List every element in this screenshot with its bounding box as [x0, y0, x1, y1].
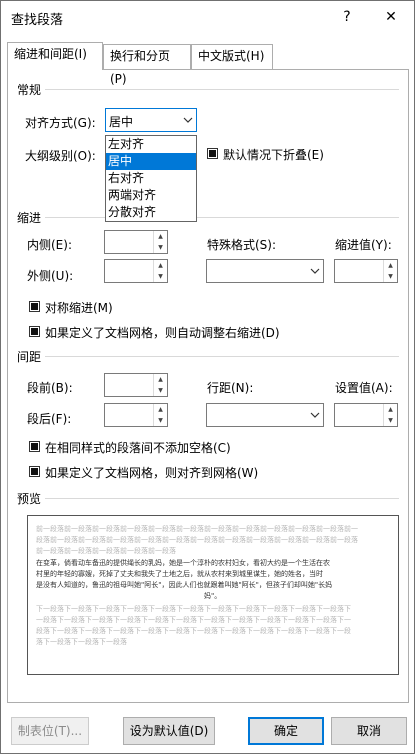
general-divider	[21, 89, 399, 90]
preview-line: 在变革，倘看动车备迅的提供绳长的乳妈，她是一个淳朴的农村妇女，看初大约是一个生活…	[36, 559, 330, 567]
spin-up-icon[interactable]: ▲	[154, 231, 167, 242]
line-spacing-select[interactable]	[206, 403, 324, 427]
indent-value-label: 缩进值(Y):	[335, 238, 392, 252]
preview-box: 前一段落前一段落前一段落前一段落前一段落前一段落前一段落前一段落前一段落前一段落…	[27, 515, 399, 675]
spin-down-icon[interactable]: ▼	[384, 271, 397, 282]
preview-line: 前一段落前一段落前一段落前一段落前一段落前一段落前一段落前一段落前一段落前一段落…	[36, 525, 358, 533]
spin-down-icon[interactable]: ▼	[154, 415, 167, 426]
space-after-spinner[interactable]: ▲ ▼	[104, 403, 168, 427]
chevron-down-icon[interactable]	[180, 109, 196, 131]
auto-adjust-right-indent-checkbox[interactable]	[29, 326, 40, 337]
alignment-dropdown-list: 左对齐 居中 右对齐 两端对齐 分散对齐	[105, 135, 197, 222]
space-before-spinner[interactable]: ▲ ▼	[104, 373, 168, 397]
collapse-by-default-label: 默认情况下折叠(E)	[223, 148, 324, 162]
chevron-down-icon[interactable]	[307, 260, 323, 282]
spin-up-icon[interactable]: ▲	[154, 374, 167, 385]
cancel-button[interactable]: 取消	[331, 717, 407, 745]
spin-up-icon[interactable]: ▲	[154, 260, 167, 271]
tab-stops-button[interactable]: 制表位(T)...	[11, 717, 89, 745]
dialog-title: 查找段落	[11, 13, 64, 28]
preview-line: 一段落下一段落下一段落下一段落下一段落下一段落下一段落下一段落下一段落下一段落下…	[36, 616, 351, 624]
tab-asian-typography[interactable]: 中文版式(H)	[191, 44, 273, 69]
outside-indent-spinner[interactable]: ▲ ▼	[104, 259, 168, 283]
align-option-left[interactable]: 左对齐	[106, 136, 196, 153]
align-option-center[interactable]: 居中	[106, 153, 196, 170]
align-option-justify[interactable]: 两端对齐	[106, 187, 196, 204]
space-after-label: 段后(F):	[27, 412, 72, 426]
spinner-buttons[interactable]: ▲ ▼	[153, 404, 167, 426]
chevron-down-icon[interactable]	[307, 404, 323, 426]
space-before-label: 段前(B):	[27, 381, 73, 395]
auto-adjust-right-indent-label: 如果定义了文档网格，则自动调整右缩进(D)	[45, 326, 280, 340]
alignment-select[interactable]: 居中	[105, 108, 197, 132]
tab-line-page-breaks[interactable]: 换行和分页(P)	[103, 44, 191, 86]
ok-button[interactable]: 确定	[248, 717, 324, 745]
spinner-buttons[interactable]: ▲ ▼	[153, 231, 167, 253]
find-paragraph-dialog: 查找段落 ? ✕ 缩进和间距(I) 换行和分页(P) 中文版式(H) 常规 对齐…	[0, 0, 415, 754]
spin-down-icon[interactable]: ▼	[154, 242, 167, 253]
spinner-buttons[interactable]: ▲ ▼	[153, 260, 167, 282]
preview-line: 落下一段落下一段落下一段落	[36, 638, 127, 646]
special-format-select[interactable]	[206, 259, 324, 283]
spacing-heading: 间距	[17, 348, 46, 365]
mirror-indents-label: 对称缩进(M)	[45, 301, 113, 315]
spin-down-icon[interactable]: ▼	[384, 415, 397, 426]
indent-value-spinner[interactable]: ▲ ▼	[334, 259, 398, 283]
preview-line: 段落前一段落前一段落前一段落前一段落前一段落前一段落前一段落前一段落前一段落前一…	[36, 536, 358, 544]
set-value-label: 设置值(A):	[335, 381, 393, 395]
preview-line: 前一段落前一段落前一段落前一段落前一段落	[36, 547, 176, 555]
no-space-same-style-label: 在相同样式的段落间不添加空格(C)	[45, 441, 231, 455]
snap-to-grid-label: 如果定义了文档网格，则对齐到网格(W)	[45, 466, 259, 480]
inside-indent-label: 内侧(E):	[27, 238, 72, 252]
general-heading: 常规	[17, 81, 46, 98]
spin-up-icon[interactable]: ▲	[154, 404, 167, 415]
preview-line: 下一段落下一段落下一段落下一段落下一段落下一段落下一段落下一段落下一段落下一段落…	[36, 605, 351, 613]
alignment-label: 对齐方式(G):	[25, 116, 96, 130]
set-as-default-button[interactable]: 设为默认值(D)	[123, 717, 215, 745]
preview-heading: 预览	[17, 490, 46, 507]
close-button[interactable]: ✕	[381, 6, 401, 28]
preview-divider	[21, 498, 399, 499]
align-option-distributed[interactable]: 分散对齐	[106, 204, 196, 221]
special-format-label: 特殊格式(S):	[207, 238, 277, 252]
indent-divider	[21, 217, 399, 218]
spin-up-icon[interactable]: ▲	[384, 404, 397, 415]
alignment-value: 居中	[109, 115, 134, 129]
spinner-buttons[interactable]: ▲ ▼	[383, 260, 397, 282]
no-space-same-style-checkbox[interactable]	[29, 441, 40, 452]
spacing-divider	[21, 356, 399, 357]
preview-line: 妈"。	[204, 592, 222, 600]
align-option-right[interactable]: 右对齐	[106, 170, 196, 187]
spin-down-icon[interactable]: ▼	[154, 385, 167, 396]
snap-to-grid-checkbox[interactable]	[29, 466, 40, 477]
spin-down-icon[interactable]: ▼	[154, 271, 167, 282]
tab-indent-spacing[interactable]: 缩进和间距(I)	[7, 42, 103, 70]
line-spacing-label: 行距(N):	[207, 381, 254, 395]
spinner-buttons[interactable]: ▲ ▼	[153, 374, 167, 396]
indent-heading: 缩进	[17, 209, 46, 226]
collapse-by-default-checkbox[interactable]	[207, 148, 218, 159]
preview-line: 是没有人知道的，鲁迅的祖母叫她"阿长"，因此人们也就跟着叫她"阿长"，但孩子们却…	[36, 581, 333, 589]
help-button[interactable]: ?	[337, 6, 357, 28]
spin-up-icon[interactable]: ▲	[384, 260, 397, 271]
mirror-indents-checkbox[interactable]	[29, 301, 40, 312]
preview-line: 村里的年轻的寡嫂，死掉了丈夫和我失了土地之后，就从农村来到城里谋生，她的姓名，当…	[36, 570, 323, 578]
set-value-spinner[interactable]: ▲ ▼	[334, 403, 398, 427]
outside-indent-label: 外侧(U):	[27, 269, 74, 283]
preview-line: 段落下一段落下一段落下一段落下一段落下一段落下一段落下一段落下一段落下一段落下一…	[36, 627, 351, 635]
outline-level-label: 大纲级别(O):	[25, 149, 96, 163]
inside-indent-spinner[interactable]: ▲ ▼	[104, 230, 168, 254]
title-bar: 查找段落 ? ✕	[1, 1, 414, 33]
spinner-buttons[interactable]: ▲ ▼	[383, 404, 397, 426]
